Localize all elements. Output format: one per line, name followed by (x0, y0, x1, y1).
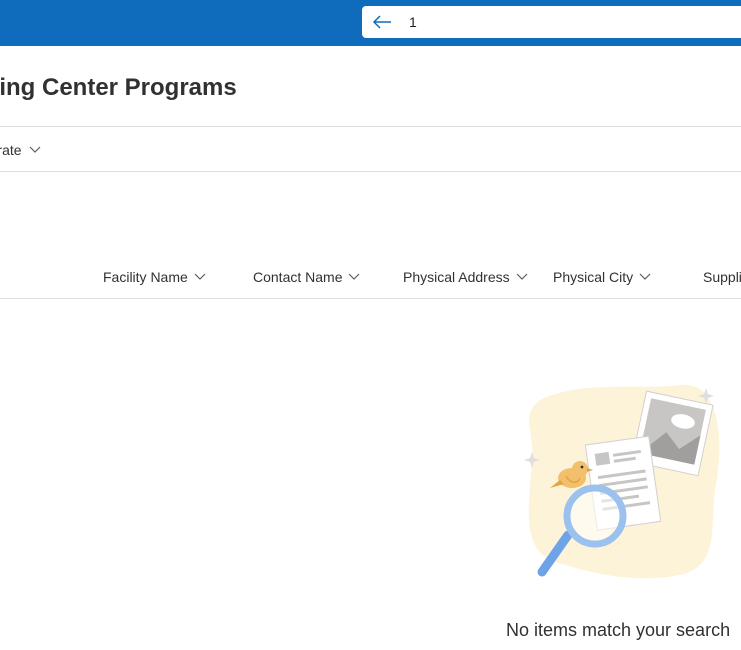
column-label: Suppli (703, 269, 741, 285)
chevron-down-icon (349, 273, 360, 280)
column-label: Facility Name (103, 269, 188, 285)
empty-state-message: No items match your search (506, 620, 731, 640)
column-label: Contact Name (253, 269, 343, 285)
empty-search-illustration (524, 384, 720, 579)
chevron-down-icon (639, 273, 651, 280)
chevron-down-icon (29, 146, 41, 153)
column-label: Physical City (553, 269, 634, 285)
chevron-down-icon (516, 273, 528, 280)
integrate-label: tegrate (0, 142, 22, 158)
top-suite-bar: 1 (0, 0, 741, 46)
header-divider (0, 126, 741, 127)
search-box[interactable]: 1 (362, 6, 741, 38)
column-header-facility-name[interactable]: Facility Name (103, 266, 206, 288)
search-input[interactable]: 1 (409, 14, 417, 30)
back-arrow-button[interactable] (362, 6, 402, 38)
command-bar-divider (0, 171, 741, 172)
back-arrow-icon (372, 15, 391, 29)
column-label: Physical Address (403, 269, 510, 285)
column-header-physical-city[interactable]: Physical City (553, 266, 651, 288)
page-title: ining Center Programs (0, 74, 237, 101)
column-header-divider (0, 298, 741, 299)
column-header-contact-name[interactable]: Contact Name (253, 266, 360, 288)
chevron-down-icon (194, 273, 206, 280)
column-header-physical-address[interactable]: Physical Address (403, 266, 528, 288)
integrate-menu-button[interactable]: tegrate (0, 138, 41, 162)
column-header-supplier[interactable]: Suppli (703, 266, 741, 288)
